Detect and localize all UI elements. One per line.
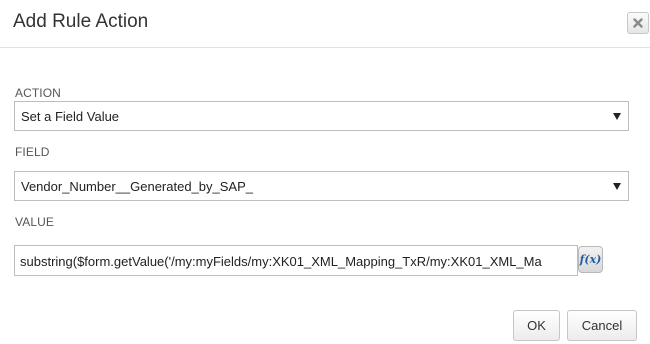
add-rule-action-dialog: Add Rule Action ACTION Set a Field Value… [0,0,650,344]
field-selected-value: Vendor_Number__Generated_by_SAP_ [21,179,253,194]
dialog-title: Add Rule Action [13,11,149,32]
dialog-header: Add Rule Action [0,0,650,48]
fx-icon: f(x) [579,253,602,266]
ok-button[interactable]: OK [513,310,560,341]
function-builder-button[interactable]: f(x) [578,246,603,273]
close-x-icon [633,18,643,28]
close-button[interactable] [627,12,649,34]
action-select[interactable]: Set a Field Value [14,101,629,131]
dropdown-arrow-icon [613,183,621,190]
value-input-text: substring($form.getValue('/my:myFields/m… [20,254,542,269]
value-input[interactable]: substring($form.getValue('/my:myFields/m… [14,245,578,276]
value-label: VALUE [15,215,54,229]
action-label: ACTION [15,86,61,100]
action-selected-value: Set a Field Value [21,109,120,124]
field-select[interactable]: Vendor_Number__Generated_by_SAP_ [14,171,629,201]
cancel-button[interactable]: Cancel [567,310,637,341]
field-label: FIELD [15,145,50,159]
dropdown-arrow-icon [613,113,621,120]
